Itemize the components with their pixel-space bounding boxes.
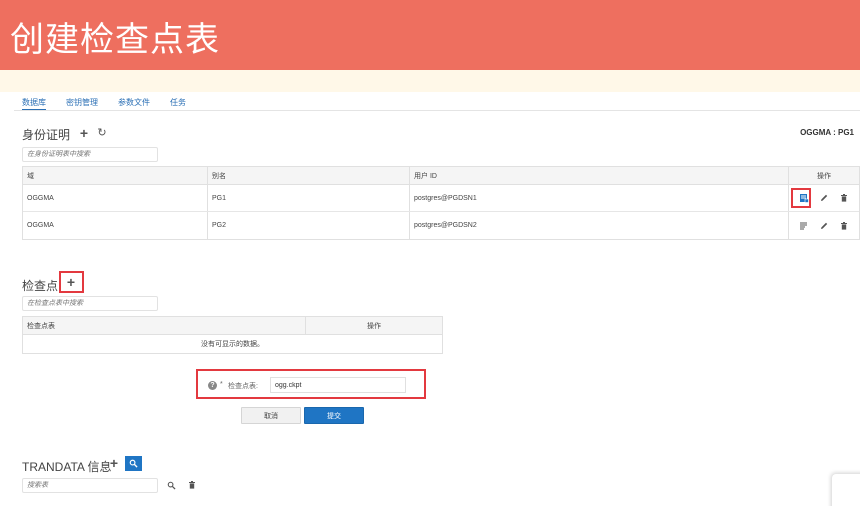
connect-database-button[interactable] (799, 221, 809, 231)
cell-user-id: postgres@PGDSN1 (410, 185, 789, 211)
tutorial-banner: 创建检查点表 (0, 0, 860, 70)
tabs-divider (14, 110, 860, 111)
help-icon[interactable]: ? (208, 381, 217, 390)
tab-parameter-files[interactable]: 参数文件 (118, 98, 150, 110)
domain-alias-label: OGGMA : PG1 (800, 128, 854, 137)
pencil-icon (821, 222, 828, 229)
magnifier-icon (129, 459, 138, 468)
trash-icon (841, 221, 847, 230)
magnifier-icon (167, 481, 176, 490)
plus-icon: + (109, 455, 119, 471)
trandata-search-input[interactable] (22, 478, 158, 493)
checkpoint-title: 检查点 (22, 279, 59, 293)
checkpoint-field-label: 检查点表: (228, 383, 258, 390)
delete-credential-button[interactable] (839, 193, 849, 203)
submit-button[interactable]: 提交 (304, 407, 364, 424)
table-header: 检查点表 操作 (23, 317, 442, 335)
trandata-search-button[interactable] (125, 456, 142, 471)
credentials-table: 域 别名 用户 ID 操作 OGGMA PG1 postgres@PGDSN1 (22, 166, 860, 240)
trash-icon (189, 481, 195, 489)
delete-credential-button[interactable] (839, 221, 849, 231)
column-domain: 域 (23, 167, 208, 184)
tab-key-management[interactable]: 密钥管理 (66, 98, 98, 110)
empty-message: 没有可显示的数据。 (201, 341, 264, 348)
checkpoint-search-input[interactable] (22, 296, 158, 311)
tab-tasks[interactable]: 任务 (170, 98, 186, 110)
trandata-title: TRANDATA 信息 (22, 460, 112, 474)
plus-icon: + (79, 125, 89, 141)
cell-user-id: postgres@PGDSN2 (410, 212, 789, 239)
edit-credential-button[interactable] (819, 193, 829, 203)
checkpoint-table: 检查点表 操作 没有可显示的数据。 (22, 316, 443, 354)
cancel-button[interactable]: 取消 (241, 407, 301, 424)
refresh-icon: ↻ (97, 127, 107, 139)
cell-alias: PG1 (208, 185, 410, 211)
floating-panel (832, 474, 860, 506)
add-trandata-button[interactable]: + (107, 456, 121, 470)
edit-credential-button[interactable] (819, 221, 829, 231)
column-user-id: 用户 ID (410, 167, 789, 184)
add-credential-button[interactable]: + (77, 126, 91, 140)
refresh-credentials-button[interactable]: ↻ (95, 126, 109, 140)
required-marker: * (220, 381, 223, 388)
cell-domain: OGGMA (23, 212, 208, 239)
table-row: OGGMA PG2 postgres@PGDSN2 (23, 212, 859, 239)
cell-domain: OGGMA (23, 185, 208, 211)
notice-bar (0, 70, 860, 92)
row-actions (789, 212, 859, 239)
column-actions: 操作 (817, 172, 831, 180)
table-header: 域 别名 用户 ID 操作 (23, 167, 859, 185)
add-checkpoint-button[interactable]: + (64, 275, 78, 289)
trash-icon (841, 194, 847, 202)
pencil-icon (821, 194, 828, 201)
table-row: OGGMA PG1 postgres@PGDSN1 (23, 185, 859, 212)
checkpoint-table-input[interactable] (270, 377, 406, 393)
tab-database[interactable]: 数据库 (22, 98, 46, 110)
delete-trandata-button[interactable] (185, 478, 199, 492)
banner-title: 创建检查点表 (10, 20, 220, 60)
column-checkpoint-table: 检查点表 (23, 317, 306, 334)
credentials-title: 身份证明 (22, 128, 71, 142)
plus-icon: + (66, 274, 76, 290)
cell-alias: PG2 (208, 212, 410, 239)
column-alias: 别名 (208, 167, 410, 184)
tab-bar: 数据库 密钥管理 参数文件 任务 (22, 98, 186, 116)
search-table-button[interactable] (164, 478, 178, 492)
database-connect-icon (800, 222, 807, 229)
checkpoint-form-highlight: ? * 检查点表: (196, 369, 426, 399)
connect-icon-highlight (791, 188, 811, 208)
credentials-search-input[interactable] (22, 147, 158, 162)
column-actions: 操作 (367, 322, 381, 330)
